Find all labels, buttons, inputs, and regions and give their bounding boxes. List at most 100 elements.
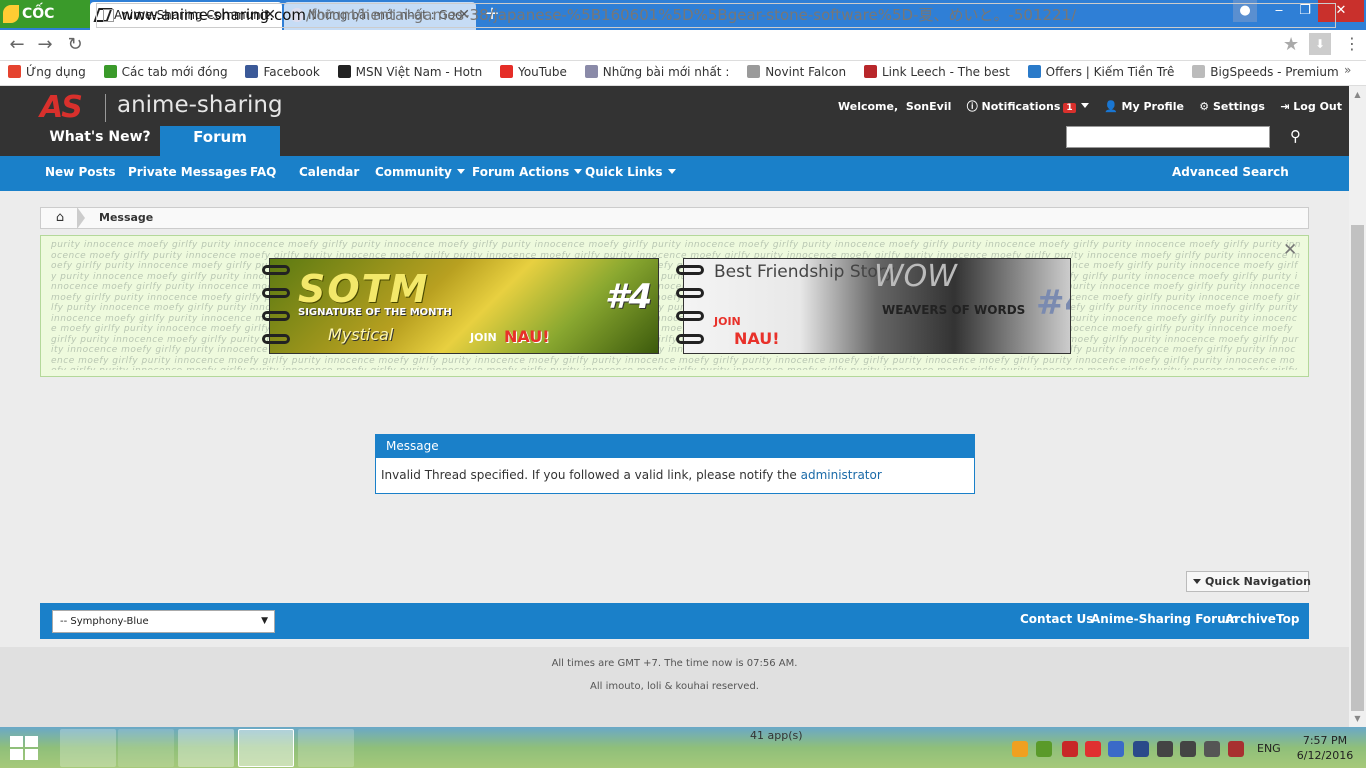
windows-start-icon[interactable]	[10, 736, 40, 762]
bfs-title: Best Friendship Story	[714, 262, 895, 282]
site-logo-mark[interactable]: AS	[40, 90, 83, 125]
nav-new-posts[interactable]: New Posts	[45, 165, 116, 179]
scroll-down-arrow-icon[interactable]: ▼	[1349, 710, 1366, 727]
tab-whats-new[interactable]: What's New?	[40, 128, 160, 156]
footer-archive-link[interactable]: Archive	[1225, 612, 1276, 626]
style-chooser-value: -- Symphony-Blue	[60, 616, 149, 627]
bookmark-link-leech[interactable]: Link Leech - The best	[856, 61, 1016, 83]
bookmarks-bar: Ứng dụng Các tab mới đóng Facebook MSN V…	[0, 61, 1366, 86]
nav-advanced-search[interactable]: Advanced Search	[1172, 165, 1289, 179]
nav-private-messages[interactable]: Private Messages	[128, 165, 247, 179]
bookmark-label: Ứng dụng	[26, 65, 86, 79]
taskbar-app-icon[interactable]	[298, 729, 354, 767]
nav-forum-actions[interactable]: Forum Actions	[472, 165, 583, 179]
bfs-banner[interactable]: Best Friendship Story WOW WEAVERS OF WOR…	[683, 258, 1071, 354]
taskbar-unikey-icon[interactable]	[60, 729, 116, 767]
bookmark-bigspeeds[interactable]: BigSpeeds - Premium	[1184, 61, 1344, 83]
username-link[interactable]: SonEvil	[906, 100, 952, 113]
scrollbar-thumb[interactable]	[1351, 225, 1364, 711]
taskbar-coccoc-icon[interactable]	[238, 729, 294, 767]
style-chooser-select[interactable]: -- Symphony-Blue ▼	[52, 610, 275, 633]
settings-label: Settings	[1212, 100, 1265, 113]
taskbar-file-explorer-icon[interactable]	[178, 729, 234, 767]
forward-arrow-icon[interactable]: →	[33, 33, 57, 57]
bookmark-label: Những bài mới nhất :	[602, 65, 730, 79]
notifications-link[interactable]: ⓘ Notifications 1	[967, 100, 1089, 113]
search-icon[interactable]: ⚲	[1290, 127, 1301, 145]
taskbar-paint-icon[interactable]	[118, 729, 174, 767]
tray-network-icon[interactable]	[1180, 741, 1196, 757]
volume-icon[interactable]	[1204, 741, 1220, 757]
home-icon[interactable]: ⌂	[47, 208, 73, 228]
clock[interactable]: 7:57 PM 6/12/2016	[1295, 733, 1355, 763]
message-title: Message	[376, 435, 974, 458]
bookmark-star-icon[interactable]: ★	[1283, 34, 1299, 55]
url-path: /forum/hentai-games-38/japanese-%5B16060…	[306, 6, 1077, 24]
tray-app-icon[interactable]	[1062, 741, 1078, 757]
page-icon	[103, 9, 114, 22]
info-icon: ⓘ	[966, 100, 978, 113]
administrator-link[interactable]: administrator	[801, 468, 882, 482]
bookmark-apps[interactable]: Ứng dụng	[0, 61, 92, 83]
settings-link[interactable]: ⚙ Settings	[1199, 100, 1265, 113]
search-input[interactable]	[1066, 126, 1270, 148]
bfs-wow: WOW	[874, 259, 957, 294]
nav-calendar[interactable]: Calendar	[299, 165, 359, 179]
scroll-up-arrow-icon[interactable]: ▲	[1349, 86, 1366, 103]
bookmark-label: Facebook	[263, 65, 320, 79]
clock-time: 7:57 PM	[1302, 734, 1348, 747]
tray-device-icon[interactable]	[1157, 741, 1173, 757]
footer-reserved-text: All imouto, loli & kouhai reserved.	[590, 681, 759, 692]
sotm-subtitle: SIGNATURE OF THE MONTH	[298, 307, 452, 318]
breadcrumb	[40, 207, 1309, 229]
bookmark-closed-tabs[interactable]: Các tab mới đóng	[96, 61, 234, 83]
bookmark-msn[interactable]: MSN Việt Nam - Hotn	[330, 61, 489, 83]
bfs-subtitle: WEAVERS OF WORDS	[882, 303, 1026, 317]
novint-icon	[747, 65, 761, 78]
footer-time-text: All times are GMT +7. The time now is 07…	[551, 658, 798, 669]
welcome-label: Welcome,	[838, 100, 899, 113]
history-icon	[103, 65, 117, 78]
back-arrow-icon[interactable]: ←	[5, 33, 29, 57]
bookmarks-overflow-icon[interactable]: »	[1344, 63, 1351, 77]
bookmark-google-posts[interactable]: Những bài mới nhất :	[577, 61, 736, 83]
binder-ring	[676, 265, 704, 275]
input-language[interactable]: ENG	[1257, 742, 1281, 755]
tray-app-icon[interactable]	[1012, 741, 1028, 757]
url-input[interactable]: www.anime-sharing.com/forum/hentai-games…	[96, 3, 1336, 28]
menu-icon[interactable]: ⋮	[1344, 34, 1360, 53]
sotm-title: SOTM	[298, 267, 430, 311]
tray-app-icon[interactable]	[1108, 741, 1124, 757]
close-banner-icon[interactable]: ✕	[1283, 240, 1297, 260]
bookmark-youtube[interactable]: YouTube	[492, 61, 573, 83]
tab-forum[interactable]: Forum	[160, 126, 280, 156]
nav-quick-links[interactable]: Quick Links	[585, 165, 676, 179]
bluetooth-icon[interactable]	[1133, 741, 1149, 757]
bookmark-facebook[interactable]: Facebook	[237, 61, 325, 83]
sotm-banner[interactable]: SOTM SIGNATURE OF THE MONTH Mystical JOI…	[269, 258, 659, 354]
tray-nvidia-icon[interactable]	[1036, 741, 1052, 757]
nav-faq[interactable]: FAQ	[250, 165, 276, 179]
quick-navigation-button[interactable]: Quick Navigation	[1186, 571, 1311, 592]
youtube-icon	[500, 65, 514, 78]
footer-forum-link[interactable]: Anime-Sharing Forum	[1091, 612, 1238, 626]
logout-link[interactable]: ⇥ Log Out	[1280, 100, 1342, 113]
bookmark-offers[interactable]: Offers | Kiếm Tiền Trê	[1020, 61, 1181, 83]
bigspeeds-icon	[1192, 65, 1206, 78]
bfs-nau: NAU!	[734, 329, 780, 348]
site-logo-text[interactable]: anime-sharing	[117, 92, 283, 118]
chevron-down-icon	[456, 169, 465, 174]
leaf-icon	[3, 5, 19, 23]
caret-down-icon	[1193, 579, 1201, 584]
nav-community[interactable]: Community	[375, 165, 465, 179]
my-profile-link[interactable]: 👤 My Profile	[1104, 100, 1184, 113]
bookmark-novint[interactable]: Novint Falcon	[739, 61, 852, 83]
bfs-number: #4	[1036, 283, 1070, 323]
footer-top-link[interactable]: Top	[1276, 612, 1299, 626]
footer-contact-link[interactable]: Contact Us	[1020, 612, 1093, 626]
reload-icon[interactable]: ↻	[63, 33, 87, 57]
tray-vietkey-icon[interactable]	[1085, 741, 1101, 757]
tray-flag-icon[interactable]	[1228, 741, 1244, 757]
download-icon[interactable]: ⬇	[1309, 33, 1331, 55]
browser-brand-logo[interactable]: CỐC CỐC	[0, 0, 90, 50]
